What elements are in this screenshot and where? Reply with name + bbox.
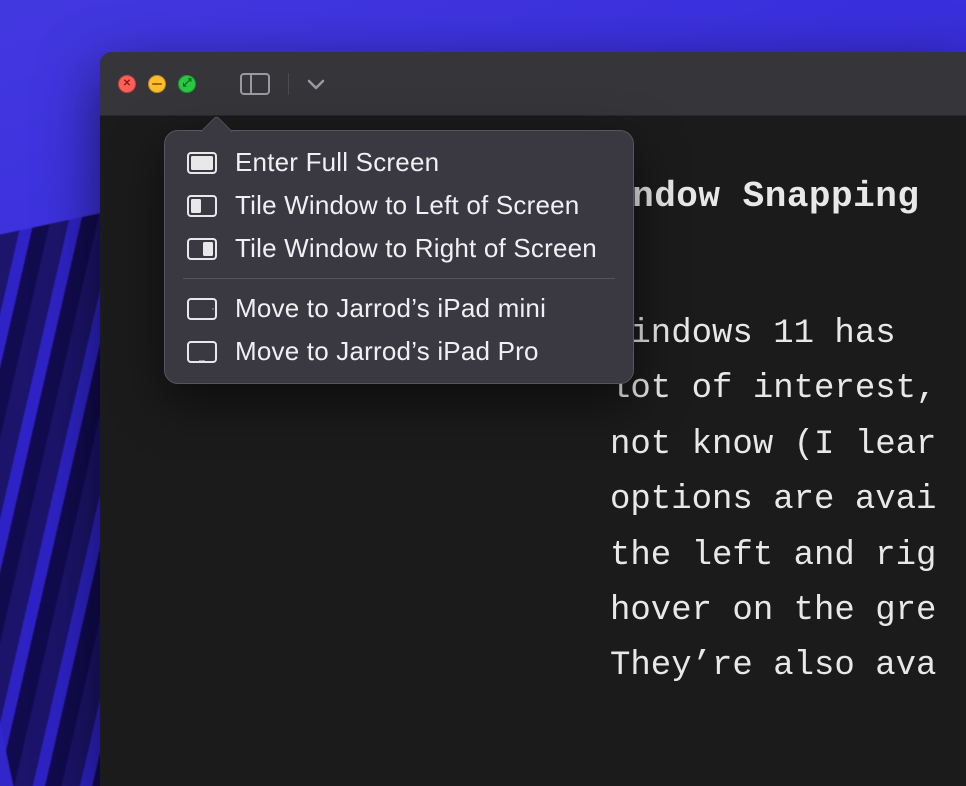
ipad-icon [187,298,217,320]
document-body: Windows 11 has lot of interest, not know… [610,307,966,695]
tile-right-icon [187,238,217,260]
ipad-icon [187,341,217,363]
menu-item-enter-full-screen[interactable]: Enter Full Screen [165,141,633,184]
close-button[interactable] [118,75,136,93]
minimize-button[interactable] [148,75,166,93]
menu-item-label: Tile Window to Left of Screen [235,190,579,221]
chevron-down-icon[interactable] [307,78,325,90]
menu-item-label: Move to Jarrod’s iPad Pro [235,336,539,367]
toolbar [240,73,325,95]
menu-item-tile-right[interactable]: Tile Window to Right of Screen [165,227,633,270]
menu-item-label: Move to Jarrod’s iPad mini [235,293,546,324]
menu-item-tile-left[interactable]: Tile Window to Left of Screen [165,184,633,227]
menu-item-label: Tile Window to Right of Screen [235,233,597,264]
menu-separator [183,278,615,279]
sidebar-toggle-icon[interactable] [240,73,270,95]
document-heading: indow Snapping [610,176,966,217]
menu-item-move-to-ipad-pro[interactable]: Move to Jarrod’s iPad Pro [165,330,633,373]
menu-item-move-to-ipad-mini[interactable]: Move to Jarrod’s iPad mini [165,287,633,330]
toolbar-separator [288,73,289,95]
tile-left-icon [187,195,217,217]
zoom-button[interactable] [178,75,196,93]
window-snap-menu: Enter Full Screen Tile Window to Left of… [164,130,634,384]
window-titlebar [100,52,966,116]
menu-item-label: Enter Full Screen [235,147,439,178]
fullscreen-icon [187,152,217,174]
traffic-lights [118,75,196,93]
